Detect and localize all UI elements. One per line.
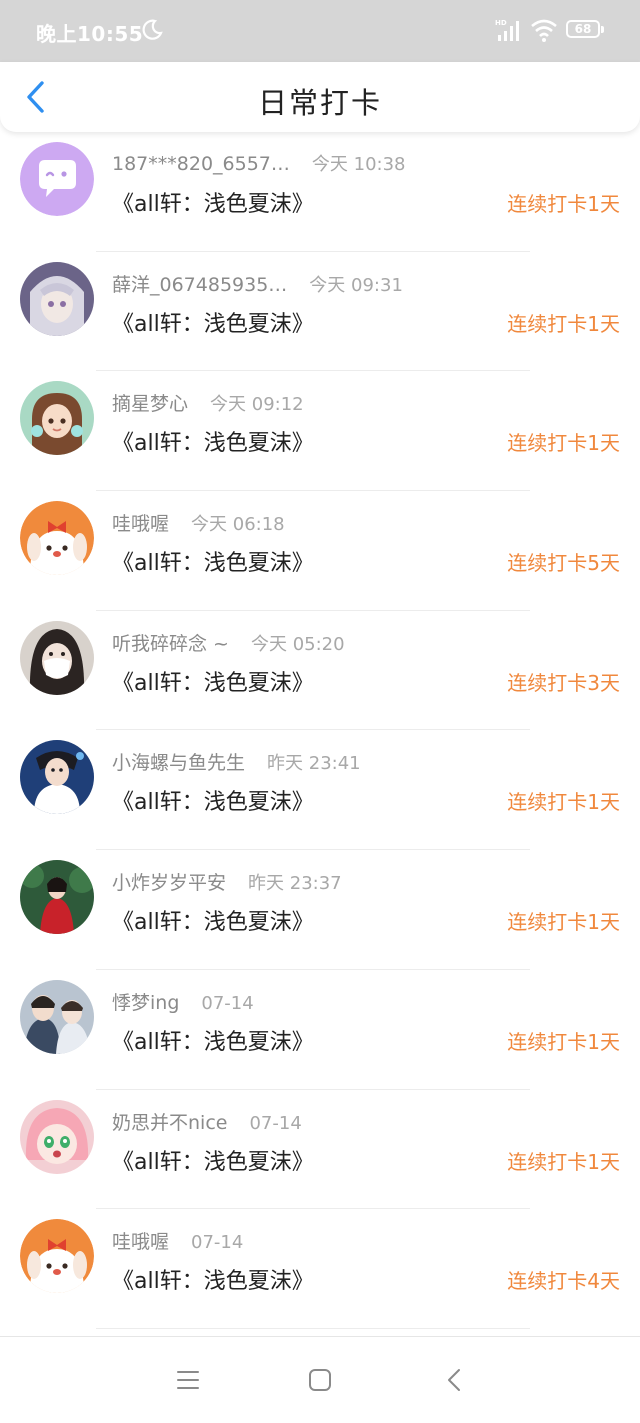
user-name[interactable]: 小海螺与鱼先生: [112, 752, 245, 774]
checkin-meta: 悸梦ing 07-14: [112, 988, 254, 1015]
checkin-time: 07-14: [249, 1112, 302, 1134]
avatar[interactable]: [20, 1099, 94, 1174]
streak-label: 连续打卡1天: [507, 192, 620, 216]
checkin-meta: 哇哦喔 今天 06:18: [112, 509, 285, 536]
avatar[interactable]: [20, 620, 94, 695]
checkin-meta: 摘星梦心 今天 09:12: [112, 389, 304, 416]
book-title[interactable]: 《all轩：浅色夏沫》: [112, 665, 314, 697]
checkin-row[interactable]: 哇哦喔 07-14 《all轩：浅色夏沫》 连续打卡4天: [0, 1209, 640, 1329]
user-name[interactable]: 187***820_6557…: [112, 153, 290, 175]
menu-icon[interactable]: [173, 1365, 203, 1395]
wifi-icon: [531, 19, 557, 42]
book-title[interactable]: 《all轩：浅色夏沫》: [112, 545, 314, 577]
streak-label: 连续打卡1天: [507, 910, 620, 935]
user-name[interactable]: 小炸岁岁平安: [112, 872, 226, 894]
moon-icon: [142, 19, 163, 40]
streak-label: 连续打卡3天: [507, 670, 620, 695]
book-title[interactable]: 《all轩：浅色夏沫》: [112, 1144, 314, 1176]
user-name[interactable]: 摘星梦心: [112, 393, 188, 415]
book-title[interactable]: 《all轩：浅色夏沫》: [112, 425, 314, 457]
header: 日常打卡: [0, 62, 640, 132]
checkin-meta: 小炸岁岁平安 昨天 23:37: [112, 868, 342, 895]
page-title: 日常打卡: [257, 86, 382, 120]
checkin-meta: 听我碎碎念 ~ 今天 05:20: [112, 629, 345, 656]
checkin-meta: 奶思并不nice 07-14: [112, 1108, 302, 1135]
avatar[interactable]: [20, 261, 94, 336]
checkin-row[interactable]: 哇哦喔 今天 06:18 《all轩：浅色夏沫》 连续打卡5天: [0, 491, 640, 611]
user-name[interactable]: 悸梦ing: [112, 992, 179, 1014]
streak-label: 连续打卡4天: [507, 1269, 620, 1294]
checkin-time: 昨天 23:37: [248, 873, 342, 895]
avatar[interactable]: [20, 1219, 94, 1294]
user-name[interactable]: 哇哦喔: [112, 513, 169, 535]
signal-icon: HD: [495, 19, 519, 41]
divider: [96, 1327, 530, 1329]
avatar[interactable]: [20, 381, 94, 456]
checkin-time: 07-14: [201, 992, 254, 1014]
checkin-time: 07-14: [191, 1232, 244, 1254]
book-title[interactable]: 《all轩：浅色夏沫》: [112, 306, 314, 338]
checkin-time: 昨天 23:41: [267, 753, 361, 775]
checkin-meta: 187***820_6557… 今天 10:38: [112, 150, 406, 176]
svg-text:HD: HD: [495, 19, 507, 27]
status-bar: 晚上10:55 HD 68: [0, 0, 640, 62]
back-nav-icon[interactable]: [440, 1365, 470, 1395]
checkin-time: 今天 09:31: [309, 274, 403, 296]
user-name[interactable]: 哇哦喔: [112, 1231, 169, 1253]
book-title[interactable]: 《all轩：浅色夏沫》: [112, 186, 314, 218]
checkin-meta: 小海螺与鱼先生 昨天 23:41: [112, 748, 361, 775]
user-name[interactable]: 薛洋_067485935…: [112, 274, 287, 296]
checkin-time: 今天 10:38: [311, 154, 406, 175]
home-icon[interactable]: [305, 1365, 335, 1395]
book-title[interactable]: 《all轩：浅色夏沫》: [112, 904, 314, 936]
checkin-row[interactable]: 奶思并不nice 07-14 《all轩：浅色夏沫》 连续打卡1天: [0, 1090, 640, 1210]
checkin-row[interactable]: 小炸岁岁平安 昨天 23:37 《all轩：浅色夏沫》 连续打卡1天: [0, 850, 640, 970]
checkin-row[interactable]: 悸梦ing 07-14 《all轩：浅色夏沫》 连续打卡1天: [0, 970, 640, 1090]
checkin-time: 今天 06:18: [191, 514, 285, 536]
checkin-row[interactable]: 摘星梦心 今天 09:12 《all轩：浅色夏沫》 连续打卡1天: [0, 371, 640, 492]
streak-label: 连续打卡5天: [507, 551, 620, 576]
checkin-time: 今天 09:12: [210, 394, 304, 416]
checkin-meta: 哇哦喔 07-14: [112, 1227, 243, 1254]
book-title[interactable]: 《all轩：浅色夏沫》: [112, 1263, 314, 1295]
streak-label: 连续打卡1天: [507, 790, 620, 815]
battery-indicator: 68: [566, 20, 604, 38]
avatar[interactable]: [20, 142, 94, 216]
checkin-list: 187***820_6557… 今天 10:38 《all轩：浅色夏沫》 连续打卡…: [0, 132, 640, 1329]
avatar[interactable]: [20, 860, 94, 935]
checkin-meta: 薛洋_067485935… 今天 09:31: [112, 270, 403, 297]
avatar[interactable]: [20, 979, 94, 1054]
checkin-time: 今天 05:20: [250, 633, 345, 655]
user-name[interactable]: 奶思并不nice: [112, 1112, 227, 1134]
avatar[interactable]: [20, 501, 94, 576]
checkin-row[interactable]: 187***820_6557… 今天 10:38 《all轩：浅色夏沫》 连续打卡…: [0, 132, 640, 252]
status-time: 晚上10:55: [36, 22, 144, 46]
streak-label: 连续打卡1天: [507, 1029, 620, 1054]
book-title[interactable]: 《all轩：浅色夏沫》: [112, 784, 314, 816]
streak-label: 连续打卡1天: [507, 311, 620, 336]
streak-label: 连续打卡1天: [507, 1149, 620, 1174]
book-title[interactable]: 《all轩：浅色夏沫》: [112, 1024, 314, 1056]
streak-label: 连续打卡1天: [507, 431, 620, 456]
user-name[interactable]: 听我碎碎念 ~: [112, 633, 229, 655]
checkin-row[interactable]: 薛洋_067485935… 今天 09:31 《all轩：浅色夏沫》 连续打卡1天: [0, 252, 640, 372]
system-nav-bar: [0, 1336, 640, 1423]
avatar[interactable]: [20, 740, 94, 815]
checkin-row[interactable]: 听我碎碎念 ~ 今天 05:20 《all轩：浅色夏沫》 连续打卡3天: [0, 611, 640, 731]
checkin-row[interactable]: 小海螺与鱼先生 昨天 23:41 《all轩：浅色夏沫》 连续打卡1天: [0, 730, 640, 851]
